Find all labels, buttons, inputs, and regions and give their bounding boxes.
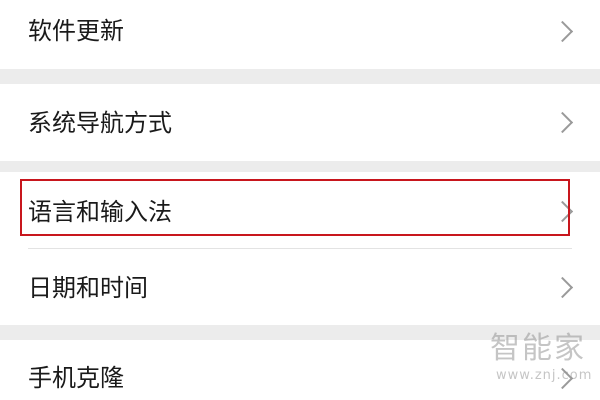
settings-item-label: 手机克隆 bbox=[28, 364, 124, 392]
watermark: 智能家 www.znj.com bbox=[480, 330, 600, 400]
settings-item-label: 系统导航方式 bbox=[28, 109, 172, 137]
chevron-right-icon bbox=[551, 111, 574, 134]
settings-item-date-time[interactable]: 日期和时间 bbox=[0, 249, 600, 325]
settings-card-navigation: 系统导航方式 bbox=[0, 84, 600, 161]
watermark-logo-text: 智能家 bbox=[490, 331, 586, 366]
chevron-right-icon bbox=[551, 276, 574, 299]
watermark-url: www.znj.com bbox=[496, 368, 593, 383]
settings-item-navigation[interactable]: 系统导航方式 bbox=[0, 84, 600, 161]
settings-card-software-update: 软件更新 bbox=[0, 0, 600, 69]
highlight-box bbox=[20, 179, 570, 236]
chevron-right-icon bbox=[551, 20, 574, 43]
settings-item-software-update[interactable]: 软件更新 bbox=[0, 0, 600, 69]
settings-item-label: 日期和时间 bbox=[28, 274, 148, 302]
settings-item-label: 软件更新 bbox=[28, 17, 124, 45]
